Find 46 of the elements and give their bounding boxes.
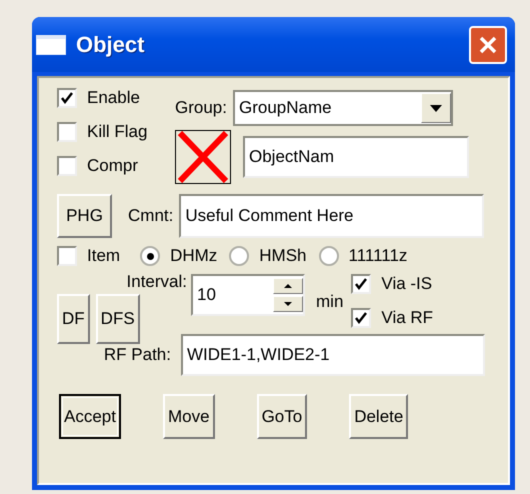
window-title: Object	[76, 32, 146, 58]
close-button[interactable]	[469, 26, 507, 64]
checkbox[interactable]	[351, 274, 372, 294]
action-button[interactable]: GoTo	[256, 394, 308, 439]
checkbox-label: Compr	[87, 156, 138, 176]
interval-label: Interval:	[126, 272, 188, 292]
checkbox[interactable]	[57, 156, 77, 176]
checkbox-label: Enable	[87, 88, 140, 108]
checkbox[interactable]	[351, 308, 372, 328]
spin-down-button[interactable]	[273, 296, 303, 312]
radio-button[interactable]	[318, 246, 339, 266]
df-button[interactable]: DF	[57, 294, 90, 344]
unit-label: min	[316, 292, 344, 312]
radio-button[interactable]	[229, 246, 250, 266]
checkbox-label: Item	[87, 246, 120, 266]
rf-path-label: RF Path:	[102, 345, 172, 365]
radio-label: DHMz	[170, 246, 218, 266]
df-button[interactable]: DFS	[96, 294, 140, 344]
comment-label: Cmnt:	[128, 206, 174, 226]
action-button[interactable]: Move	[162, 394, 215, 439]
missing-image-icon	[175, 130, 231, 184]
checkbox[interactable]	[57, 122, 77, 142]
radio-label: 111111z	[348, 246, 408, 266]
checkbox[interactable]	[57, 246, 77, 266]
up-arrow-icon	[284, 284, 292, 288]
checkbox-label: Via -IS	[381, 274, 432, 294]
comment-field[interactable]: Useful Comment Here	[179, 194, 484, 238]
group-label: Group:	[175, 98, 227, 118]
checkbox[interactable]	[57, 88, 77, 108]
caret-icon	[430, 104, 442, 112]
radio-button[interactable]	[140, 246, 160, 266]
phg-button[interactable]: PHG	[57, 194, 112, 238]
action-button[interactable]: Delete	[349, 394, 408, 439]
close-icon	[478, 34, 498, 54]
action-button[interactable]: Accept	[59, 394, 121, 439]
interval-field[interactable]: 10	[191, 274, 305, 316]
rf-path-field[interactable]: WIDE1-1,WIDE2-1	[181, 334, 485, 376]
dropdown-button[interactable]	[420, 93, 451, 123]
spin-up-button[interactable]	[273, 278, 303, 294]
group-dropdown[interactable]: GroupName	[232, 90, 453, 126]
checkbox-label: Kill Flag	[87, 122, 148, 142]
radio-label: HMSh	[259, 246, 307, 266]
name-field[interactable]: ObjectNam	[243, 136, 469, 178]
checkbox-label: Via RF	[381, 308, 434, 328]
down-arrow-icon	[284, 302, 292, 306]
window-icon	[36, 34, 66, 54]
